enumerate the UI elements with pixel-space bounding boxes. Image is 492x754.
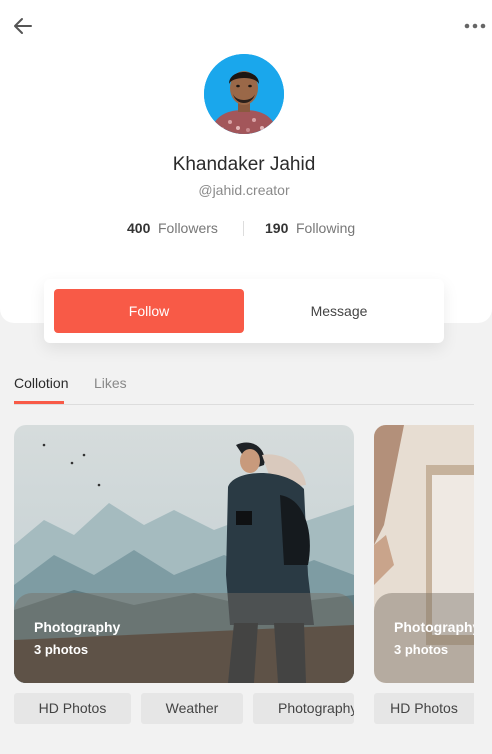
tab-bar: Collotion Likes: [14, 372, 474, 405]
collection-card[interactable]: Photography 3 photos: [14, 425, 354, 683]
arrow-left-icon: [14, 18, 32, 34]
profile-actions: Follow Message: [44, 279, 444, 343]
profile-stats: 400 Followers 190 Following: [0, 220, 488, 240]
profile-handle: @jahid.creator: [198, 182, 290, 198]
tab-collection[interactable]: Collotion: [14, 375, 68, 391]
tag-chip[interactable]: Photography: [253, 693, 354, 724]
following-label[interactable]: Following: [296, 220, 355, 236]
more-horizontal-icon: [464, 23, 486, 29]
back-button[interactable]: [12, 16, 34, 36]
more-options-button[interactable]: [464, 18, 486, 34]
collection-card-info: Photography 3 photos: [14, 593, 354, 683]
avatar[interactable]: [204, 54, 284, 134]
avatar-image: [204, 54, 284, 134]
collection-card[interactable]: Photography 3 photos: [374, 425, 474, 683]
tag-chip[interactable]: HD Photos: [14, 693, 131, 724]
follow-button[interactable]: Follow: [54, 289, 244, 333]
tag-chip[interactable]: HD Photos: [374, 693, 474, 724]
followers-label[interactable]: Followers: [158, 220, 218, 236]
active-tab-indicator: [14, 401, 64, 404]
tag-chip[interactable]: Weather: [141, 693, 243, 724]
collection-title: Photography: [34, 619, 121, 635]
profile-card: Khandaker Jahid @jahid.creator 400 Follo…: [0, 0, 492, 323]
profile-name: Khandaker Jahid: [172, 154, 316, 175]
following-count[interactable]: 190: [265, 220, 288, 236]
collection-title: Photography: [394, 619, 474, 635]
collection-photo-count: 3 photos: [394, 642, 449, 657]
message-button[interactable]: Message: [244, 289, 434, 333]
stats-divider: [243, 221, 244, 236]
tab-likes[interactable]: Likes: [94, 375, 127, 391]
collection-photo-count: 3 photos: [34, 642, 89, 657]
collection-card-info: Photography 3 photos: [374, 593, 474, 683]
followers-count[interactable]: 400: [127, 220, 150, 236]
